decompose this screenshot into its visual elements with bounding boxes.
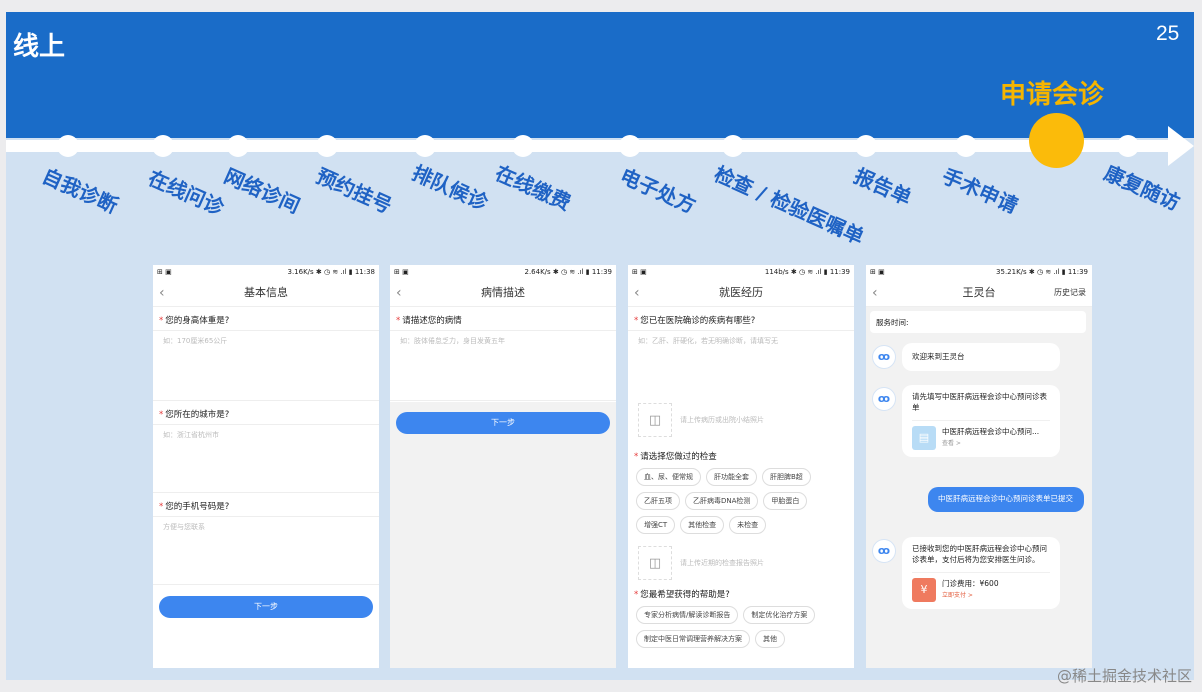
check-option[interactable]: 血、尿、便常规 xyxy=(636,468,701,486)
help-option[interactable]: 制定优化治疗方案 xyxy=(743,606,816,624)
step-label: 报告单 xyxy=(850,163,916,210)
step-label: 预约挂号 xyxy=(312,163,396,219)
chat-message: 已接收到您的中医肝病远程会诊中心预问诊表单，支付后将为您安排医生问诊。 ¥ 门诊… xyxy=(902,537,1060,609)
step-label: 在线问诊 xyxy=(144,165,228,221)
document-icon: ▤ xyxy=(912,425,936,450)
chat-area: 服务时间: ꝏ 欢迎来到王灵台 ꝏ 请先填写中医肝病远程会诊中心预问诊表单 ▤ … xyxy=(866,307,1092,668)
timeline-dot xyxy=(512,135,534,157)
check-options: 血、尿、便常规 肝功能全套 肝胆脾B超 乙肝五项 乙肝病毒DNA检测 甲胎蛋白 … xyxy=(628,466,854,540)
check-option[interactable]: 其他检查 xyxy=(680,516,725,534)
check-option[interactable]: 乙肝五项 xyxy=(636,492,680,510)
page-number: 25 xyxy=(1156,22,1180,45)
active-step-label: 申请会诊 xyxy=(1000,80,1105,110)
chat-message: 欢迎来到王灵台 xyxy=(902,343,1060,371)
nav-bar: ‹ 病情描述 xyxy=(390,279,616,307)
question-label: * 您已在医院确诊的疾病有哪些? xyxy=(628,307,854,331)
timeline-dot xyxy=(227,135,249,157)
nav-bar: ‹ 就医经历 xyxy=(628,279,854,307)
payment-icon: ¥ xyxy=(912,577,936,602)
status-bar: ⊞ ▣ 2.64K/s ✱ ◷ ≋ .ıl ▮ 11:39 xyxy=(394,268,612,276)
help-options: 专家分析病情/解读诊断报告 制定优化治疗方案 制定中医日常调理营养解决方案 其他 xyxy=(628,604,854,654)
help-option[interactable]: 专家分析病情/解读诊断报告 xyxy=(636,606,739,624)
doctor-avatar: ꝏ xyxy=(872,345,896,369)
timeline-dot xyxy=(855,135,877,157)
timeline-dot xyxy=(955,135,977,157)
phone-medical-history: ⊞ ▣ 114b/s ✱ ◷ ≋ .ıl ▮ 11:39 ‹ 就医经历 * 您已在… xyxy=(628,265,854,668)
timeline-dot xyxy=(316,135,338,157)
step-label: 网络诊间 xyxy=(220,163,304,219)
next-button[interactable]: 下一步 xyxy=(396,412,610,434)
form-card[interactable]: ▤ 中医肝病远程会诊中心预问... 查看 > xyxy=(912,419,1050,450)
help-option[interactable]: 制定中医日常调理营养解决方案 xyxy=(636,630,750,648)
question-label: * 您最希望获得的帮助是? xyxy=(634,590,730,600)
doctor-avatar: ꝏ xyxy=(872,387,896,411)
step-label: 电子处方 xyxy=(616,163,700,219)
check-option[interactable]: 增强CT xyxy=(636,516,676,534)
status-bar: ⊞ ▣ 35.21K/s ✱ ◷ ≋ .ıl ▮ 11:39 xyxy=(870,268,1088,276)
phone-condition: ⊞ ▣ 2.64K/s ✱ ◷ ≋ .ıl ▮ 11:39 ‹ 病情描述 * 请描… xyxy=(390,265,616,668)
page-title: 基本信息 xyxy=(244,286,288,299)
question-label: * 您所在的城市是? xyxy=(153,401,379,425)
upload-report[interactable]: ◫ 请上传近期的检查报告照片 xyxy=(628,540,854,586)
question-label: * 您的手机号码是? xyxy=(153,493,379,517)
camera-icon[interactable]: ◫ xyxy=(638,546,672,580)
back-icon[interactable]: ‹ xyxy=(634,279,640,307)
city-input[interactable]: 如：浙江省杭州市 xyxy=(153,425,379,493)
check-option[interactable]: 肝功能全套 xyxy=(706,468,757,486)
height-weight-input[interactable]: 如：170厘米65公斤 xyxy=(153,331,379,401)
check-option[interactable]: 甲胎蛋白 xyxy=(763,492,808,510)
phone-basic-info: ⊞ ▣ 3.16K/s ✱ ◷ ≋ .ıl ▮ 11:38 ‹ 基本信息 * 您的… xyxy=(153,265,379,668)
timeline-dot xyxy=(152,135,174,157)
user-message: 中医肝病远程会诊中心预问诊表单已提交 xyxy=(928,487,1084,512)
question-label: * 您的身高体重是? xyxy=(153,307,379,331)
timeline-dot xyxy=(722,135,744,157)
timeline-dot xyxy=(57,135,79,157)
page-title: 就医经历 xyxy=(719,286,763,299)
chat-message: 请先填写中医肝病远程会诊中心预问诊表单 ▤ 中医肝病远程会诊中心预问... 查看… xyxy=(902,385,1060,457)
back-icon[interactable]: ‹ xyxy=(159,279,165,307)
timeline-dot xyxy=(619,135,641,157)
step-label: 检查 / 检验医嘱单 xyxy=(710,161,868,250)
step-label: 自我诊断 xyxy=(38,163,122,219)
timeline-arrow-icon xyxy=(1168,126,1194,166)
history-link[interactable]: 历史记录 xyxy=(1054,279,1086,307)
nav-bar: ‹ 王灵台 历史记录 xyxy=(866,279,1092,307)
condition-input[interactable]: 如：肢体倦怠乏力，身目发黄五年 xyxy=(390,331,616,401)
step-label: 排队候诊 xyxy=(408,160,492,216)
phone-chat: ⊞ ▣ 35.21K/s ✱ ◷ ≋ .ıl ▮ 11:39 ‹ 王灵台 历史记… xyxy=(866,265,1092,668)
upload-record[interactable]: ◫ 请上传病历或出院小结照片 xyxy=(628,397,854,443)
page-title: 王灵台 xyxy=(962,286,996,299)
step-label: 在线缴费 xyxy=(491,160,575,216)
question-label: * 请描述您的病情 xyxy=(390,307,616,331)
back-icon[interactable]: ‹ xyxy=(872,279,878,307)
watermark: @稀土掘金技术社区 xyxy=(1056,667,1192,685)
step-label: 手术申请 xyxy=(938,163,1022,219)
doctor-avatar: ꝏ xyxy=(872,539,896,563)
empty-area xyxy=(390,402,616,668)
next-button[interactable]: 下一步 xyxy=(159,596,373,618)
page-title: 病情描述 xyxy=(481,286,525,299)
diagnosis-input[interactable]: 如：乙肝、肝硬化，若无明确诊断，请填写无 xyxy=(628,331,854,397)
payment-card[interactable]: ¥ 门诊费用：¥600 立即支付 > xyxy=(912,571,1050,602)
timeline-dot xyxy=(1117,135,1139,157)
status-bar: ⊞ ▣ 114b/s ✱ ◷ ≋ .ıl ▮ 11:39 xyxy=(632,268,850,276)
status-bar: ⊞ ▣ 3.16K/s ✱ ◷ ≋ .ıl ▮ 11:38 xyxy=(157,268,375,276)
back-icon[interactable]: ‹ xyxy=(396,279,402,307)
help-option[interactable]: 其他 xyxy=(755,630,785,648)
camera-icon[interactable]: ◫ xyxy=(638,403,672,437)
slide-title: 线上 xyxy=(13,32,66,62)
timeline-bar xyxy=(6,140,1174,152)
check-option[interactable]: 肝胆脾B超 xyxy=(762,468,811,486)
question-label: * 请选择您做过的检查 xyxy=(634,452,717,462)
phone-number-input[interactable]: 方便与您联系 xyxy=(153,517,379,585)
check-option[interactable]: 未检查 xyxy=(729,516,767,534)
nav-bar: ‹ 基本信息 xyxy=(153,279,379,307)
check-option[interactable]: 乙肝病毒DNA检测 xyxy=(685,492,759,510)
timeline-dot xyxy=(414,135,436,157)
active-step-marker xyxy=(1029,113,1084,168)
slide: 线上 25 申请会诊 自我诊断 在线问诊 网络诊间 预约挂号 排队候诊 在线缴费… xyxy=(6,12,1194,680)
service-time: 服务时间: xyxy=(870,311,1086,333)
